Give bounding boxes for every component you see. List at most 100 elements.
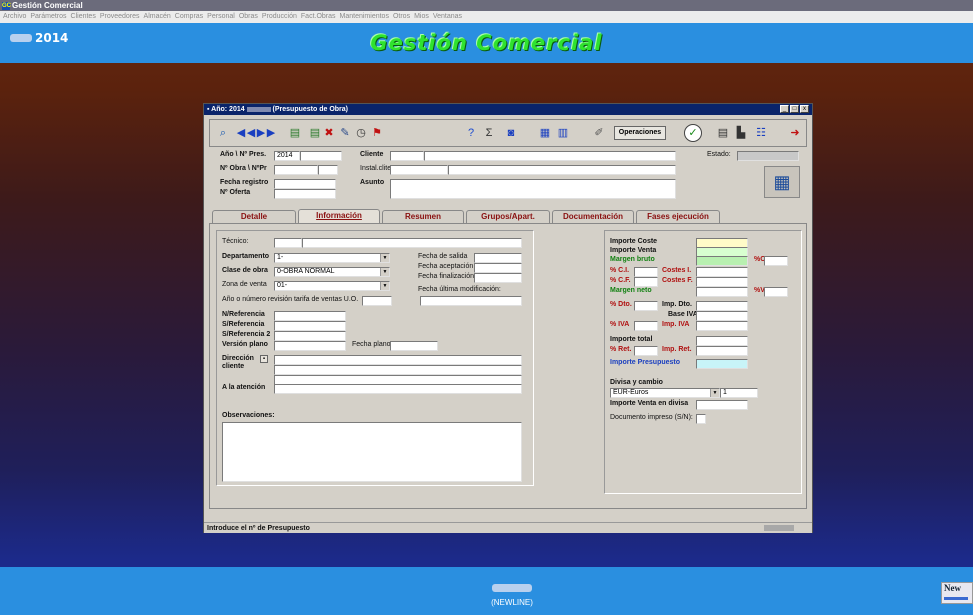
tecnico-label: Técnico: <box>222 238 249 245</box>
menu-item-11[interactable]: Otros <box>393 13 410 20</box>
banner-title: Gestión Comercial <box>370 31 603 55</box>
help-icon[interactable]: ? <box>464 126 478 140</box>
revision-field[interactable] <box>362 296 392 306</box>
direccion-label: Dirección cliente <box>222 355 254 370</box>
obra-field[interactable] <box>274 165 318 175</box>
divisa-select[interactable]: EUR-Euros <box>610 388 720 398</box>
oferta-label: Nº Oferta <box>220 189 251 196</box>
fecha-plano-label: Fecha plano <box>352 341 391 348</box>
instal-code-field[interactable] <box>390 165 448 175</box>
minimize-icon[interactable]: _ <box>780 105 789 113</box>
tab-resumen[interactable]: Resumen <box>382 210 464 223</box>
menu-item-4[interactable]: Almacén <box>144 13 171 20</box>
fecha-aceptacion-field[interactable] <box>474 263 522 273</box>
menu-item-5[interactable]: Compras <box>175 13 203 20</box>
obra-pres-field[interactable] <box>318 165 338 175</box>
status-text: Introduce el nº de Presupuesto <box>207 525 310 532</box>
pct-ret-field[interactable] <box>634 346 658 356</box>
direccion-line1[interactable] <box>274 355 522 365</box>
search-icon[interactable]: ⌕ <box>216 126 230 140</box>
sum-icon[interactable]: Σ <box>482 126 496 140</box>
estado-field <box>737 151 799 161</box>
menu-item-10[interactable]: Mantenimientos <box>340 13 389 20</box>
menu-item-1[interactable]: Parámetros <box>30 13 66 20</box>
instal-name-field[interactable] <box>448 165 676 175</box>
operations-button[interactable]: Operaciones <box>614 126 666 140</box>
copy-record-icon[interactable]: ▤ <box>308 126 322 140</box>
menu-item-2[interactable]: Clientes <box>71 13 96 20</box>
maximize-icon[interactable]: □ <box>790 105 799 113</box>
s-referencia2-field[interactable] <box>274 331 346 341</box>
menu-item-9[interactable]: Fact.Obras <box>301 13 336 20</box>
table-icon[interactable]: ▥ <box>556 126 570 140</box>
clase-obra-select[interactable]: 0-OBRA NORMAL <box>274 267 390 277</box>
menu-item-0[interactable]: Archivo <box>3 13 26 20</box>
asunto-field[interactable] <box>390 179 676 199</box>
grid-icon[interactable]: ▦ <box>538 126 552 140</box>
menu-item-12[interactable]: Mios <box>414 13 429 20</box>
camera-icon[interactable]: ◙ <box>504 126 518 140</box>
menu-item-3[interactable]: Proveedores <box>100 13 140 20</box>
document-icon[interactable]: ▤ <box>716 126 730 140</box>
pct-ci-field[interactable] <box>634 267 658 277</box>
edit-record-icon[interactable]: ✎ <box>338 126 352 140</box>
tab-documentacion[interactable]: Documentación <box>552 210 634 223</box>
pct-cf-field[interactable] <box>634 277 658 287</box>
importe-divisa-label: Importe Venta en divisa <box>610 400 689 407</box>
timer-icon[interactable]: ◷ <box>354 126 368 140</box>
departamento-select[interactable]: 1- <box>274 253 390 263</box>
cliente-name-field[interactable] <box>424 151 676 161</box>
fecha-plano-field[interactable] <box>390 341 438 351</box>
divisa-label: Divisa y cambio <box>610 379 663 386</box>
year-field[interactable]: 2014 <box>274 151 300 161</box>
margen-bruto-label: Margen bruto <box>610 256 655 263</box>
calculator-icon[interactable]: ▦ <box>764 166 800 198</box>
tab-informacion[interactable]: Información <box>298 209 380 223</box>
fecha-registro-field[interactable] <box>274 179 336 189</box>
tab-fases[interactable]: Fases ejecución <box>636 210 720 223</box>
margen-neto-field <box>696 287 748 297</box>
exit-icon[interactable]: ➜ <box>788 126 802 140</box>
menu-item-7[interactable]: Obras <box>239 13 258 20</box>
pct-iva-field[interactable] <box>634 321 658 331</box>
status-indicator <box>764 525 794 531</box>
oferta-field[interactable] <box>274 189 336 199</box>
observaciones-textarea[interactable] <box>222 422 522 482</box>
tecnico-name-field[interactable] <box>302 238 522 248</box>
menu-item-6[interactable]: Personal <box>207 13 235 20</box>
notes-icon[interactable]: ✐ <box>592 126 606 140</box>
cambio-field[interactable]: 1 <box>720 388 758 398</box>
n-referencia-field[interactable] <box>274 311 346 321</box>
fecha-aceptacion-label: Fecha aceptación <box>418 263 474 270</box>
tool-icon[interactable]: ⚑ <box>370 126 384 140</box>
importe-total-field <box>696 336 748 346</box>
zona-venta-select[interactable]: 01- <box>274 281 390 291</box>
accept-icon[interactable]: ✓ <box>684 124 702 142</box>
address-book-icon[interactable]: ▪ <box>260 355 268 363</box>
new-button[interactable]: New <box>941 582 973 604</box>
close-icon[interactable]: x <box>800 105 809 113</box>
documento-impreso-field[interactable] <box>696 414 706 424</box>
tab-detalle[interactable]: Detalle <box>212 210 296 223</box>
direccion-line2[interactable] <box>274 365 522 375</box>
pct-dto-field[interactable] <box>634 301 658 311</box>
atencion-field[interactable] <box>274 384 522 394</box>
tecnico-code-field[interactable] <box>274 238 302 248</box>
tree-icon[interactable]: ☷ <box>754 126 768 140</box>
version-plano-label: Versión plano <box>222 341 268 348</box>
fecha-salida-field[interactable] <box>474 253 522 263</box>
building-icon[interactable]: ▙ <box>734 126 748 140</box>
cliente-code-field[interactable] <box>390 151 424 161</box>
last-record-icon[interactable]: ▶ <box>264 126 278 140</box>
s-referencia-field[interactable] <box>274 321 346 331</box>
menu-item-13[interactable]: Ventanas <box>433 13 462 20</box>
pres-number-field[interactable] <box>300 151 342 161</box>
tab-grupos[interactable]: Grupos/Apart. <box>466 210 550 223</box>
new-record-icon[interactable]: ▤ <box>288 126 302 140</box>
fecha-finalizacion-field[interactable] <box>474 273 522 283</box>
menu-item-8[interactable]: Producción <box>262 13 297 20</box>
app-titlebar: GCGestión Comercial <box>0 0 973 11</box>
importe-coste-label: Importe Coste <box>610 238 658 245</box>
version-plano-field[interactable] <box>274 341 346 351</box>
delete-record-icon[interactable]: ✖ <box>322 126 336 140</box>
